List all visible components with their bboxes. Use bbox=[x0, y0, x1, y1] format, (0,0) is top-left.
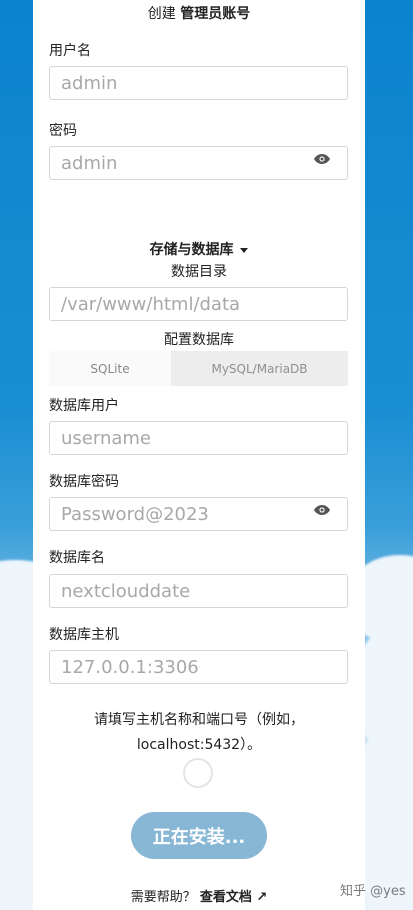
data-dir-input[interactable] bbox=[49, 287, 348, 321]
help-row: 需要帮助？ 查看文档 ↗ bbox=[33, 886, 365, 905]
db-host-label: 数据库主机 bbox=[49, 627, 119, 643]
storage-section-label: 存储与数据库 bbox=[149, 242, 234, 258]
docs-link[interactable]: 查看文档 ↗ bbox=[200, 890, 267, 905]
db-password-input[interactable] bbox=[49, 497, 348, 531]
eye-icon[interactable] bbox=[314, 154, 330, 164]
db-config-label: 配置数据库 bbox=[164, 332, 234, 348]
tab-sqlite[interactable]: SQLite bbox=[49, 351, 171, 386]
watermark: 知乎 @yes bbox=[340, 884, 406, 899]
eye-icon[interactable] bbox=[314, 505, 330, 515]
db-host-hint-line1: 请填写主机名称和端口号（例如， bbox=[94, 712, 304, 728]
admin-username-input[interactable] bbox=[49, 66, 348, 100]
db-type-tabs: SQLite MySQL/MariaDB bbox=[49, 351, 348, 386]
storage-section-toggle[interactable]: 存储与数据库 bbox=[33, 239, 365, 259]
db-user-input[interactable] bbox=[49, 421, 348, 455]
help-text: 需要帮助？ bbox=[130, 890, 196, 905]
caret-down-icon bbox=[240, 247, 249, 253]
admin-password-label: 密码 bbox=[49, 123, 77, 139]
db-name-label: 数据库名 bbox=[49, 550, 105, 566]
page-title: 创建 管理员账号 bbox=[33, 3, 365, 23]
admin-username-label: 用户名 bbox=[49, 43, 91, 59]
db-host-hint: 请填写主机名称和端口号（例如， localhost:5432）。 bbox=[33, 708, 365, 758]
db-user-label: 数据库用户 bbox=[49, 398, 119, 414]
install-panel: 创建 管理员账号 用户名 密码 存储与数据库 数据目录 配置数据库 SQLite… bbox=[33, 0, 365, 910]
db-host-hint-line2: localhost:5432）。 bbox=[136, 737, 262, 753]
title-prefix: 创建 bbox=[147, 6, 176, 22]
tab-mysql-mariadb[interactable]: MySQL/MariaDB bbox=[171, 351, 348, 386]
title-bold: 管理员账号 bbox=[180, 6, 251, 22]
data-dir-label: 数据目录 bbox=[171, 264, 227, 280]
db-name-input[interactable] bbox=[49, 574, 348, 608]
db-password-label: 数据库密码 bbox=[49, 474, 119, 490]
install-button[interactable]: 正在安装... bbox=[131, 812, 267, 859]
db-host-input[interactable] bbox=[49, 650, 348, 684]
loading-spinner bbox=[183, 758, 213, 788]
admin-password-input[interactable] bbox=[49, 146, 348, 180]
